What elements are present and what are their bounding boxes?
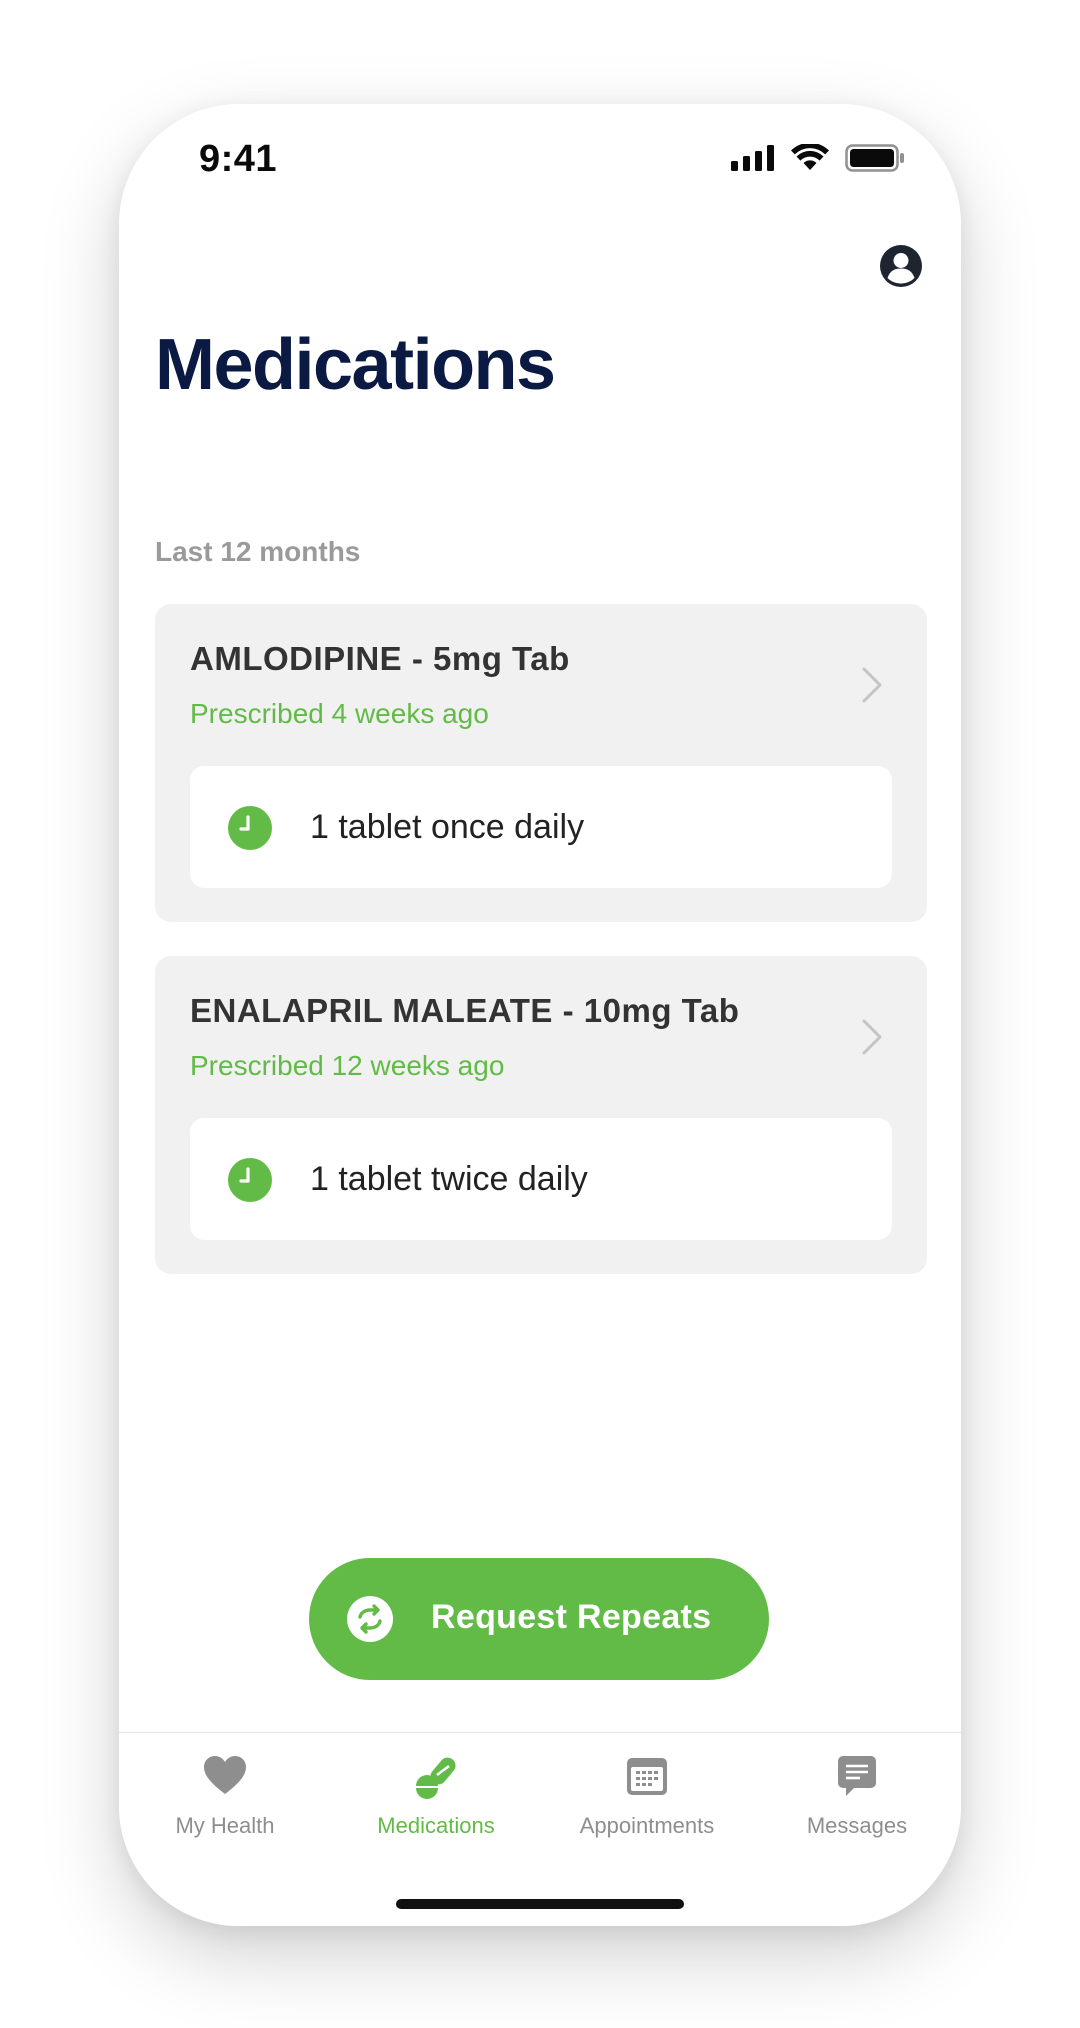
tab-bar: My Health Medications Appointments Messa… bbox=[119, 1732, 961, 1926]
dosage-text: 1 tablet once daily bbox=[310, 808, 585, 846]
request-repeats-button[interactable]: Request Repeats bbox=[309, 1558, 769, 1680]
home-indicator bbox=[396, 1899, 684, 1909]
calendar-icon bbox=[627, 1758, 667, 1795]
pills-icon bbox=[416, 1757, 456, 1799]
medication-card[interactable]: ENALAPRIL MALEATE - 10mg Tab Prescribed … bbox=[155, 956, 927, 1274]
section-label: Last 12 months bbox=[155, 536, 361, 567]
tab-appointments[interactable]: Appointments bbox=[547, 1753, 747, 1863]
phone-frame: 9:41 Medications Last 12 months AMLODIPI… bbox=[119, 104, 961, 1926]
dosage-box: 1 tablet once daily bbox=[190, 766, 892, 888]
tab-label: Appointments bbox=[579, 1813, 715, 1838]
tab-medications[interactable]: Medications bbox=[336, 1753, 536, 1863]
battery-icon bbox=[845, 144, 904, 172]
medication-card[interactable]: AMLODIPINE - 5mg Tab Prescribed 4 weeks … bbox=[155, 604, 927, 922]
medication-name: AMLODIPINE - 5mg Tab bbox=[190, 640, 570, 677]
dosage-text: 1 tablet twice daily bbox=[310, 1160, 588, 1198]
tab-messages[interactable]: Messages bbox=[757, 1753, 957, 1863]
status-icons bbox=[731, 144, 905, 172]
dosage-box: 1 tablet twice daily bbox=[190, 1118, 892, 1240]
prescribed-date: Prescribed 4 weeks ago bbox=[190, 698, 489, 729]
chevron-right-icon bbox=[862, 1019, 882, 1055]
tab-my-health[interactable]: My Health bbox=[125, 1753, 325, 1863]
repeat-icon bbox=[347, 1596, 393, 1642]
tab-label: Medications bbox=[377, 1813, 495, 1838]
status-time: 9:41 bbox=[199, 138, 278, 180]
screen: 9:41 Medications Last 12 months AMLODIPI… bbox=[0, 0, 1080, 2028]
signal-icon bbox=[731, 145, 774, 171]
clock-icon bbox=[228, 1158, 272, 1202]
tab-label: Messages bbox=[806, 1813, 908, 1838]
chevron-right-icon bbox=[862, 667, 882, 703]
request-repeats-label: Request Repeats bbox=[431, 1598, 712, 1636]
wifi-icon bbox=[791, 144, 829, 170]
clock-icon bbox=[228, 806, 272, 850]
message-icon bbox=[838, 1756, 876, 1796]
prescribed-date: Prescribed 12 weeks ago bbox=[190, 1050, 505, 1081]
heart-icon bbox=[204, 1756, 246, 1794]
profile-icon[interactable] bbox=[879, 244, 923, 288]
medication-name: ENALAPRIL MALEATE - 10mg Tab bbox=[190, 992, 740, 1029]
tab-label: My Health bbox=[175, 1813, 275, 1838]
page-title: Medications bbox=[155, 325, 556, 405]
